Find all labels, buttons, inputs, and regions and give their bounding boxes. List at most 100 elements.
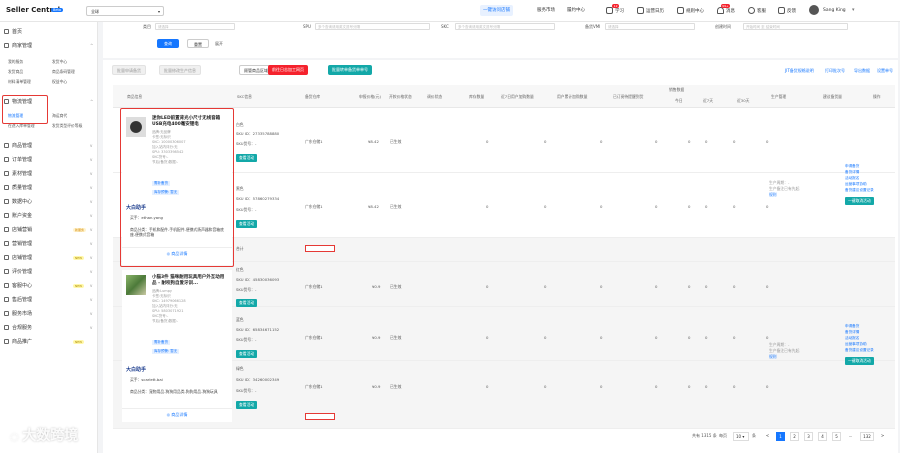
date-range-input[interactable]: 开始时间 至 结束时间	[743, 23, 848, 30]
sidebar-item-data[interactable]: 数据中心 v	[4, 198, 92, 205]
sidebar-item-market[interactable]: 服务市场 v	[4, 310, 92, 317]
sidebar-item-shop[interactable]: 店铺管理 v	[4, 254, 92, 261]
page-3[interactable]: 3	[804, 432, 813, 441]
sidebar-item-merchant[interactable]: 商家管理 ^	[4, 42, 93, 49]
page-last[interactable]: 132	[860, 432, 874, 441]
prod-note-link[interactable]: 规则	[769, 192, 777, 198]
batch-edit-button[interactable]: 批量修改生产信息	[159, 65, 201, 75]
product-detail-button[interactable]: ◎ 商品详情	[122, 408, 232, 419]
rules-link[interactable]: 规则中心	[677, 7, 704, 14]
calendar-icon	[637, 7, 644, 14]
next-page-button[interactable]: >	[878, 432, 887, 441]
chevron-up-icon: ^	[90, 43, 94, 48]
chat-icon	[4, 283, 9, 288]
chevron-down-icon: v	[90, 241, 93, 246]
sidebar-item-home[interactable]: 首页	[4, 28, 22, 35]
reset-button[interactable]: 重置	[187, 39, 209, 48]
view-activity-button[interactable]: 查看活动	[236, 154, 258, 162]
stock-advice-link[interactable]: 备货建议设置记录	[845, 348, 874, 353]
sku-color: 白色	[236, 122, 244, 127]
col-header: 备货仓库	[305, 94, 321, 99]
sidebar-sub[interactable]: 材料清单管理	[8, 79, 31, 85]
cancel-activity-button[interactable]: 一键取消活动	[845, 357, 874, 365]
chevron-down-icon: v	[90, 297, 93, 302]
product-title[interactable]: 小猫3件 猫咪耐用玩具用户外互动用品 - 耐咬狗自爱牙训...	[152, 275, 227, 287]
view-activity-button[interactable]: 查看活动	[236, 401, 258, 409]
chevron-down-icon: v	[90, 227, 93, 232]
sku-color: 绿色	[236, 366, 244, 371]
expand-toggle[interactable]: 展开	[215, 41, 223, 47]
user-name[interactable]: Sang King	[823, 8, 846, 13]
prev-page-button[interactable]: <	[763, 432, 772, 441]
sidebar-sub[interactable]: 商品条码管理	[52, 69, 75, 75]
sku-no: SKU货号：-	[236, 287, 257, 292]
sidebar-item-promotion[interactable]: 商品推广	[4, 338, 32, 345]
sidebar-item-marketing[interactable]: 营销管理 v	[4, 240, 92, 247]
shop-select[interactable]: 全球 ▾	[86, 6, 164, 16]
sidebar-item-shop-marketing[interactable]: 店铺营销 v	[4, 226, 92, 233]
feedback-link[interactable]: 反馈	[778, 7, 796, 14]
sidebar-label: 客服中心	[12, 283, 33, 289]
skc-input[interactable]: 多个查询请用英文逗号分隔	[455, 23, 555, 30]
search-button[interactable]: 查询	[157, 39, 179, 48]
avatar[interactable]	[809, 5, 819, 15]
category-select[interactable]: 请选择	[155, 23, 235, 30]
view-activity-button[interactable]: 查看活动	[236, 350, 258, 358]
sidebar-sub[interactable]: 发货中心	[52, 59, 67, 65]
sidebar-item-orders[interactable]: 订单管理 v	[4, 156, 92, 163]
sidebar-item-products[interactable]: 商品管理 v	[4, 142, 92, 149]
settings-link[interactable]: 设置单号	[877, 68, 893, 74]
visit-shop-button[interactable]: 一键访问店铺	[480, 5, 513, 16]
print-batch-link[interactable]: 打印批次号	[825, 68, 845, 74]
sidebar-sub[interactable]: 发货类型评价等级	[52, 123, 82, 129]
page-4[interactable]: 4	[818, 432, 827, 441]
sidebar-sub[interactable]: 海运商代	[52, 113, 67, 119]
ops-assist-link[interactable]: 运营事项协助	[845, 342, 867, 347]
spu-input[interactable]: 多个查询请用英文逗号分隔	[315, 23, 430, 30]
vmi-select[interactable]: 请选择	[605, 23, 695, 30]
page-1[interactable]: 1	[776, 432, 785, 441]
sidebar-sub[interactable]: 发货商品	[8, 69, 23, 75]
apply-stock-link[interactable]: 申请备货	[845, 324, 859, 329]
sidebar-sub[interactable]: 我的服务	[8, 59, 23, 65]
page-size-select[interactable]: 10 ▾	[733, 432, 749, 441]
jit-guide-link[interactable]: JIT备货规格说明	[785, 68, 814, 74]
sidebar-item-compliance[interactable]: 合规服务 v	[4, 324, 92, 331]
activity-signup-link[interactable]: 活动报名	[845, 336, 859, 341]
stock-advice-link[interactable]: 备货建议设置记录	[845, 188, 874, 193]
sidebar-item-quality[interactable]: 质量管理 v	[4, 184, 92, 191]
rocket-icon	[4, 339, 9, 344]
sidebar-sub[interactable]: 权益中心	[52, 79, 67, 85]
sidebar-item-aftersale[interactable]: 售后管理 v	[4, 296, 92, 303]
log-page-button[interactable]: 前往日志加工网页	[268, 65, 308, 75]
sidebar-item-funds[interactable]: 账户资金 v	[4, 212, 92, 219]
service-market-link[interactable]: 服务市场	[534, 5, 558, 16]
col-header: 生产管理	[771, 94, 787, 99]
service-link[interactable]: 客服	[748, 7, 766, 14]
view-activity-button[interactable]: 查看活动	[236, 299, 258, 307]
stock-detail-link[interactable]: 备货详情	[845, 170, 859, 175]
learn-link[interactable]: 12 学习	[606, 4, 624, 14]
view-activity-button[interactable]: 查看活动	[236, 220, 258, 228]
ops-assist-link[interactable]: 运营事项协助	[845, 182, 867, 187]
apply-stock-link[interactable]: 申请备货	[845, 164, 859, 169]
sidebar-item-reviews[interactable]: 评价管理 v	[4, 268, 92, 275]
page-5[interactable]: 5	[832, 432, 841, 441]
fulfillment-link[interactable]: 履约中心	[564, 5, 588, 16]
cancel-activity-button[interactable]: 一键取消活动	[845, 197, 874, 205]
activity-signup-link[interactable]: 活动报名	[845, 176, 859, 181]
product-image[interactable]	[126, 275, 146, 295]
batch-apply-button[interactable]: 批量申请备货	[112, 65, 146, 75]
messages-link[interactable]: 99+ 消息	[717, 4, 735, 14]
stock-detail-link[interactable]: 备货详情	[845, 330, 859, 335]
prod-note-link[interactable]: 规则	[769, 354, 777, 360]
rules-icon	[677, 7, 684, 14]
page-2[interactable]: 2	[790, 432, 799, 441]
cart-total: 0	[600, 384, 603, 389]
calendar-link[interactable]: 运营日历	[637, 7, 664, 14]
chevron-down-icon[interactable]: ▾	[852, 7, 855, 13]
sidebar-item-material[interactable]: 素材管理 v	[4, 170, 92, 177]
batch-transfer-button[interactable]: 批量转单备货单单号	[328, 65, 372, 75]
export-link[interactable]: 导出数据	[854, 68, 870, 74]
sidebar-item-cs[interactable]: 客服中心 v	[4, 282, 92, 289]
